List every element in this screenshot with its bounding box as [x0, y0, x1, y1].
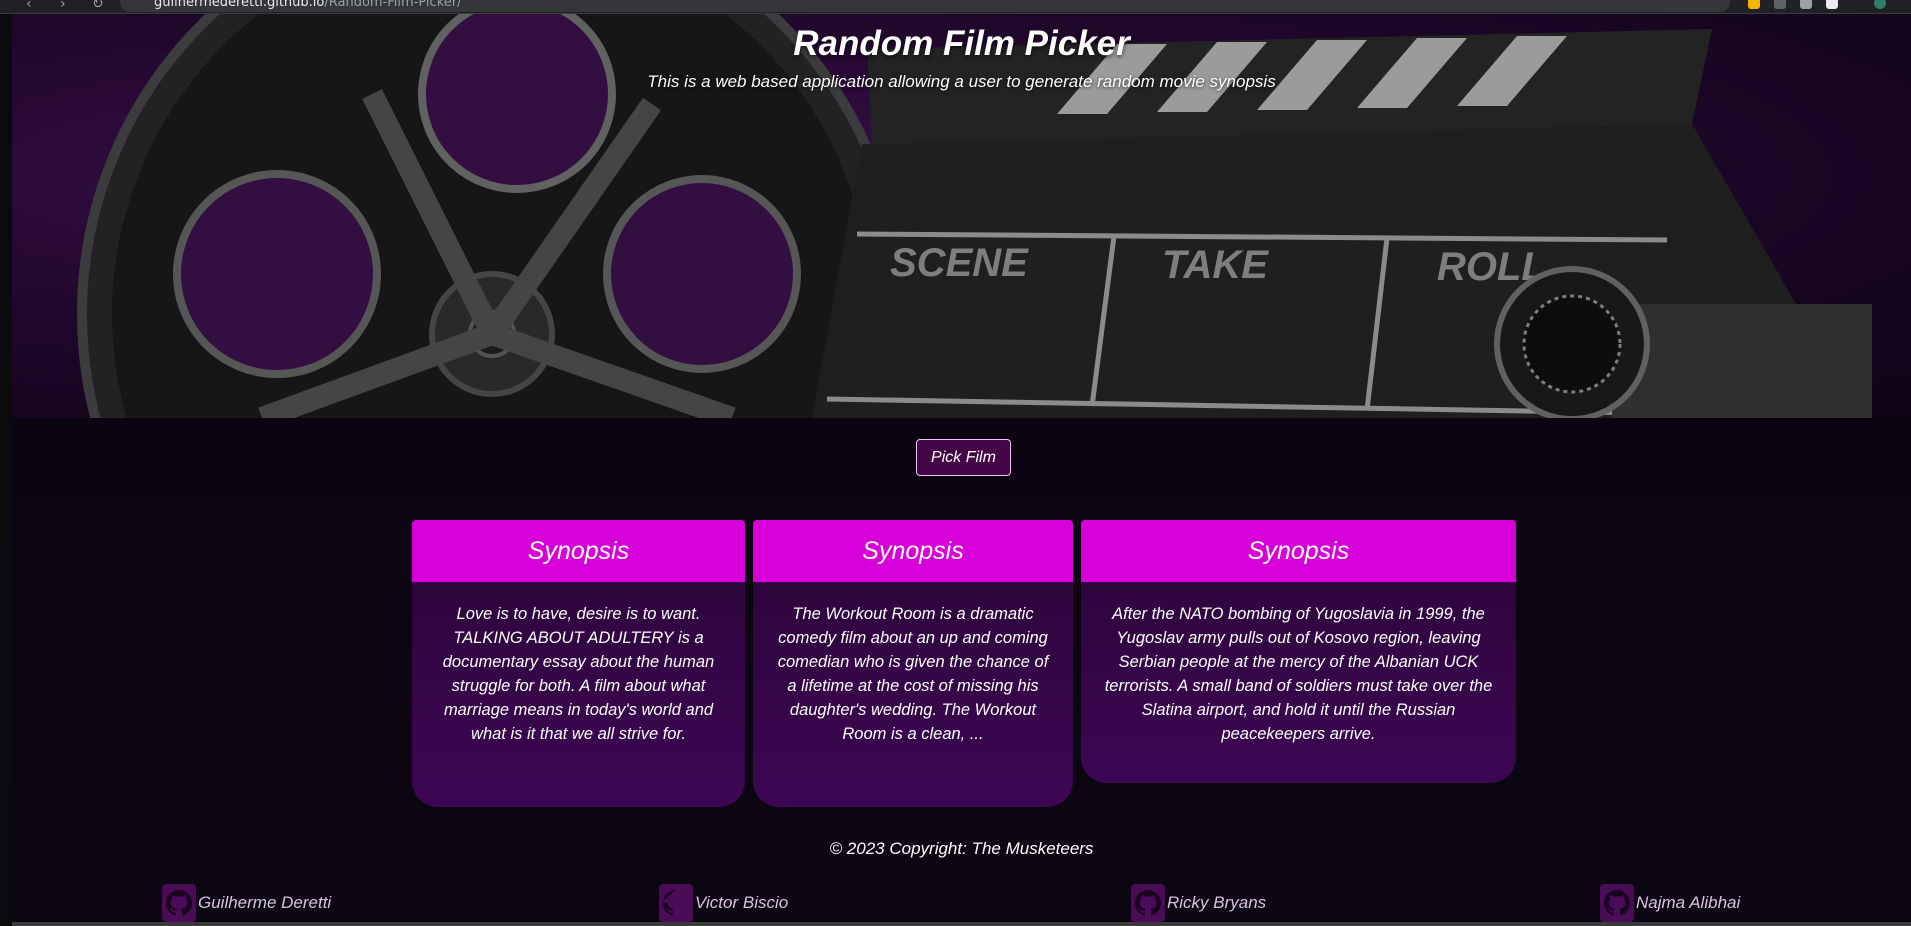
copyright-text: © 2023 Copyright: The Musketeers: [829, 839, 1094, 858]
author-name: Najma Alibhai: [1636, 893, 1741, 912]
avatar[interactable]: [1874, 0, 1886, 9]
github-icon: [659, 884, 693, 922]
author-link-victor[interactable]: Victor Biscio: [659, 884, 788, 922]
author-name: Victor Biscio: [695, 893, 789, 912]
page-subtitle: This is a web based application allowing…: [647, 72, 1276, 91]
page: SCENE TAKE ROLL Random Film Picker This …: [12, 14, 1911, 926]
card-synopsis-text: The Workout Room is a dramatic comedy fi…: [777, 605, 1049, 743]
puzzle-icon[interactable]: [1800, 0, 1812, 9]
browser-toolbar: ‹ › ↻ guilhermederetti.github.io/Random-…: [0, 0, 1911, 14]
card-synopsis-text: Love is to have, desire is to want. TALK…: [442, 605, 715, 743]
sidebar-icon[interactable]: [1826, 0, 1838, 9]
window-edge: [0, 14, 12, 926]
author-link-guilherme[interactable]: Guilherme Deretti: [162, 884, 331, 922]
card-heading: Synopsis: [753, 520, 1073, 582]
url-host: guilhermederetti.github.io: [154, 0, 325, 10]
pick-film-button[interactable]: Pick Film: [916, 439, 1011, 476]
author-link-ricky[interactable]: Ricky Bryans: [1131, 884, 1266, 922]
author-name: Ricky Bryans: [1167, 893, 1267, 912]
synopsis-card: Synopsis Love is to have, desire is to w…: [412, 520, 745, 807]
hero-banner: SCENE TAKE ROLL Random Film Picker This …: [12, 14, 1911, 418]
forward-icon[interactable]: ›: [60, 0, 66, 12]
card-heading: Synopsis: [412, 520, 745, 582]
author-name: Guilherme Deretti: [198, 893, 332, 912]
reload-icon[interactable]: ↻: [92, 0, 104, 12]
extension-icon[interactable]: [1774, 0, 1786, 9]
author-link-najma[interactable]: Najma Alibhai: [1600, 884, 1740, 922]
address-bar[interactable]: guilhermederetti.github.io/Random-Film-P…: [120, 0, 1730, 12]
card-synopsis-text: After the NATO bombing of Yugoslavia in …: [1104, 605, 1493, 743]
github-icon: [1131, 884, 1165, 922]
page-title: Random Film Picker: [793, 24, 1130, 63]
extension-icon[interactable]: [1748, 0, 1760, 9]
synopsis-card: Synopsis After the NATO bombing of Yugos…: [1081, 520, 1516, 783]
github-icon: [1600, 884, 1634, 922]
github-icon: [162, 884, 196, 922]
back-icon[interactable]: ‹: [26, 0, 32, 12]
horizontal-scrollbar[interactable]: [12, 922, 1911, 926]
synopsis-card: Synopsis The Workout Room is a dramatic …: [753, 520, 1073, 807]
card-heading: Synopsis: [1081, 520, 1516, 582]
url-path: /Random-Film-Picker/: [324, 0, 462, 10]
